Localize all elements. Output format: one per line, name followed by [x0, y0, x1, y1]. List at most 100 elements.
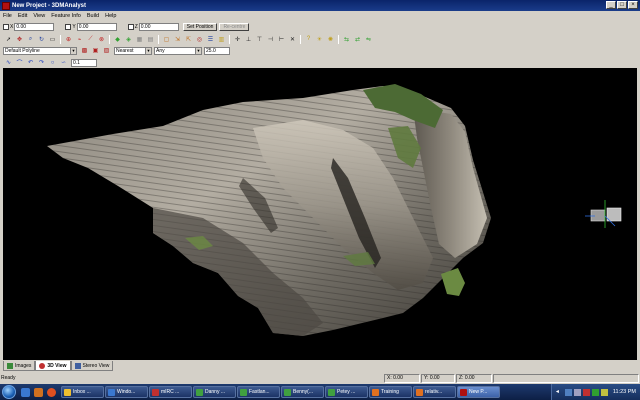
close-icon[interactable]: × — [628, 1, 638, 9]
delete-style-icon[interactable]: ▨ — [102, 46, 111, 55]
export-icon[interactable]: ⇲ — [173, 35, 182, 44]
size-input[interactable]: 25.0 — [204, 46, 230, 55]
spline-icon[interactable]: ∽ — [59, 58, 68, 67]
merge-icon[interactable]: ⇄ — [353, 35, 362, 44]
menu-help[interactable]: Help — [105, 13, 116, 19]
minimize-icon[interactable]: _ — [606, 1, 616, 9]
camera-gizmo-icon[interactable] — [585, 200, 622, 228]
x-input[interactable]: 0.00 — [14, 22, 55, 31]
snap-select[interactable]: Nearest ▼ — [114, 46, 152, 55]
measure-tool-icon[interactable]: ⊗ — [97, 35, 106, 44]
taskbar-app-icon — [240, 388, 247, 396]
firefox-icon[interactable] — [47, 387, 56, 397]
re-centre-button[interactable]: Re-centre — [219, 22, 250, 31]
z-input[interactable]: 0.00 — [138, 22, 179, 31]
style-select[interactable]: Default Polyline ▼ — [3, 46, 77, 55]
taskbar-item-label: Windo... — [117, 389, 136, 395]
battery-icon[interactable] — [600, 388, 608, 396]
mesh-icon[interactable]: ◈ — [124, 35, 133, 44]
layers-icon[interactable]: ☰ — [206, 35, 215, 44]
network-icon[interactable] — [564, 388, 572, 396]
new-style-icon[interactable]: ▣ — [91, 46, 100, 55]
align-icon[interactable]: ⊣ — [266, 35, 275, 44]
shield-icon[interactable] — [582, 388, 590, 396]
pointer-icon[interactable]: ➚ — [4, 35, 13, 44]
taskbar-item[interactable]: Danny ... — [193, 386, 236, 398]
explorer-icon[interactable] — [21, 387, 30, 397]
start-button-icon[interactable] — [2, 385, 16, 399]
taskbar-item[interactable]: relativ... — [413, 386, 456, 398]
style-select-value: Default Polyline — [5, 47, 40, 54]
main-toolbar: ➚ ✥ ⌕ ↻ ▭ ⊕ ⌁ ⟋ ⊗ ◆ ◈ ▦ ▤ ▢ ⇲ ⇱ ◎ ☰ ▥ ✛ … — [0, 33, 640, 45]
move-up-icon[interactable]: ⊥ — [244, 35, 253, 44]
clock[interactable]: 11:23 PM — [613, 389, 636, 395]
pan-icon[interactable]: ✥ — [15, 35, 24, 44]
terrain-model — [47, 84, 622, 336]
light-icon[interactable]: ☀ — [315, 35, 324, 44]
edit-style-icon[interactable]: ▩ — [80, 46, 89, 55]
sun-icon[interactable]: ✺ — [326, 35, 335, 44]
curve-value-input[interactable]: 0.1 — [71, 58, 97, 67]
taskbar-item[interactable]: Petey ... — [325, 386, 368, 398]
feature-toolbar: Default Polyline ▼ ▩ ▣ ▨ Nearest ▼ Any ▼… — [0, 45, 640, 56]
grid-icon[interactable]: ▤ — [146, 35, 155, 44]
select-icon[interactable]: ▭ — [48, 35, 57, 44]
arc-icon[interactable]: ⌒ — [15, 58, 24, 67]
y-input[interactable]: 0.00 — [76, 22, 117, 31]
menu-feature-info[interactable]: Feature Info — [51, 13, 81, 19]
tab-images[interactable]: Images — [3, 361, 36, 371]
line-tool-icon[interactable]: ⌁ — [75, 35, 84, 44]
curve-icon[interactable]: ∿ — [4, 58, 13, 67]
circle-icon[interactable]: ○ — [48, 58, 57, 67]
taskbar-item[interactable]: Benny(... — [281, 386, 324, 398]
layer-select[interactable]: Any ▼ — [154, 46, 202, 55]
axes-icon[interactable]: ✛ — [233, 35, 242, 44]
texture-icon[interactable]: ▦ — [135, 35, 144, 44]
menu-build[interactable]: Build — [87, 13, 99, 19]
taskbar-app-icon — [64, 388, 71, 396]
arc-right-icon[interactable]: ↷ — [37, 58, 46, 67]
split-icon[interactable]: ⇋ — [364, 35, 373, 44]
tab-stereo-view[interactable]: Stereo View — [70, 361, 114, 371]
import-icon[interactable]: ⇱ — [184, 35, 193, 44]
snap-icon[interactable]: ⊢ — [277, 35, 286, 44]
media-icon[interactable] — [34, 387, 43, 397]
taskbar-item[interactable]: Inbox ... — [61, 386, 104, 398]
x-checkbox[interactable] — [3, 23, 9, 30]
info-icon[interactable]: ? — [304, 35, 313, 44]
3d-viewport[interactable] — [3, 68, 637, 360]
surface-icon[interactable]: ◆ — [113, 35, 122, 44]
polyline-tool-icon[interactable]: ⟋ — [86, 35, 95, 44]
target-icon[interactable]: ◎ — [195, 35, 204, 44]
point-tool-icon[interactable]: ⊕ — [64, 35, 73, 44]
taskbar-app-icon — [372, 388, 379, 396]
rotate-icon[interactable]: ↻ — [37, 35, 46, 44]
move-down-icon[interactable]: ⊤ — [255, 35, 264, 44]
volume-icon[interactable] — [573, 388, 581, 396]
maximize-icon[interactable]: □ — [617, 1, 627, 9]
set-position-button[interactable]: Set Position — [182, 22, 218, 31]
z-checkbox[interactable] — [127, 23, 134, 30]
status-y: Y: 0.00 — [421, 374, 455, 383]
tab-images-label: Images — [15, 362, 32, 369]
taskbar-app-icon — [416, 388, 423, 396]
menu-view[interactable]: View — [33, 13, 45, 19]
taskbar-item[interactable]: Windo... — [105, 386, 148, 398]
link-icon[interactable]: ⇆ — [342, 35, 351, 44]
y-checkbox[interactable] — [65, 23, 72, 30]
tray-arrow-icon[interactable]: ◂ — [556, 389, 563, 396]
zoom-icon[interactable]: ⌕ — [26, 35, 35, 44]
box-icon[interactable]: ▢ — [162, 35, 171, 44]
taskbar-item[interactable]: Fastlan... — [237, 386, 280, 398]
chevron-down-icon: ▼ — [70, 47, 76, 54]
cross-icon[interactable]: ✕ — [288, 35, 297, 44]
taskbar-item[interactable]: New P... — [457, 386, 500, 398]
chat-icon[interactable] — [591, 388, 599, 396]
menu-file[interactable]: File — [3, 13, 12, 19]
arc-left-icon[interactable]: ↶ — [26, 58, 35, 67]
menu-edit[interactable]: Edit — [18, 13, 27, 19]
palette-icon[interactable]: ▥ — [217, 35, 226, 44]
taskbar-item[interactable]: mIRC ... — [149, 386, 192, 398]
tab-3d-view[interactable]: 3D View — [35, 361, 71, 371]
taskbar-item[interactable]: Training — [369, 386, 412, 398]
